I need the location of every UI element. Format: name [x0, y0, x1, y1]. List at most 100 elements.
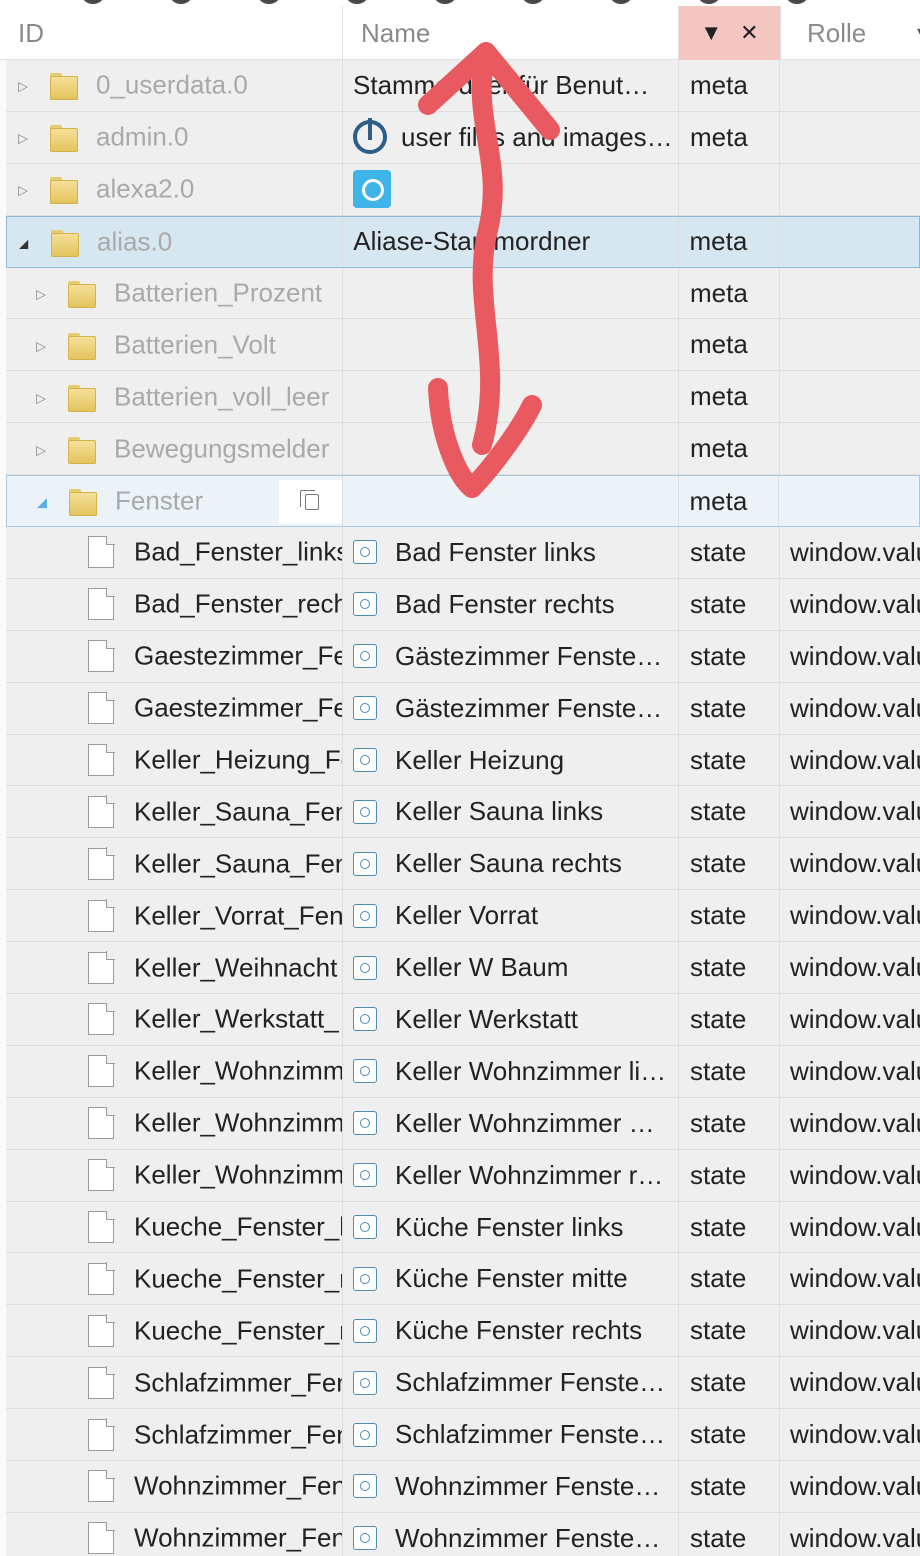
file-icon	[88, 639, 115, 673]
tree-folder-row[interactable]: ▷ Batterien_voll_leer meta	[6, 371, 920, 424]
id-cell: Gaestezimmer_Fenster	[6, 682, 343, 734]
object-id-label: Bewegungsmelder	[114, 433, 330, 464]
name-cell	[343, 371, 679, 423]
column-header-name[interactable]: Name	[343, 6, 679, 60]
role-cell: window.value	[790, 744, 920, 775]
tree-state-row[interactable]: Bad_Fenster_rechts Bad Fenster rechts stat…	[6, 578, 920, 631]
object-id-label: Keller_Heizung_Fenster	[134, 744, 342, 775]
role-cell: window.value	[790, 952, 920, 983]
tree-folder-row[interactable]: ▷ Batterien_Prozent meta	[6, 267, 920, 320]
name-cell: Keller Heizung	[343, 734, 679, 786]
tree-state-row[interactable]: Keller_Sauna_Fenster Keller Sauna links st…	[6, 786, 920, 839]
state-icon	[353, 1007, 377, 1032]
tree-folder-row[interactable]: ◢ alias.0 Aliase-Stammordner meta	[6, 215, 920, 268]
folder-icon	[68, 330, 96, 360]
tree-state-row[interactable]: Kueche_Fenster_l Küche Fenster links state…	[6, 1201, 920, 1254]
tree-state-row[interactable]: Keller_Weihnacht Keller W Baum state window…	[6, 942, 920, 995]
object-id-label: Keller_Wohnzimmer	[134, 1107, 343, 1138]
copy-id-button[interactable]	[279, 480, 343, 525]
object-id-label: Kueche_Fenster_r	[134, 1315, 343, 1346]
name-cell	[343, 423, 679, 475]
type-cell: meta	[679, 476, 780, 527]
type-cell: state	[679, 942, 780, 994]
tree-state-row[interactable]: Schlafzimmer_Fenster Schlafzimmer Fenste……	[6, 1409, 920, 1462]
tree-folder-row[interactable]: ▷ Bewegungsmelder meta	[6, 423, 920, 476]
tree-folder-row[interactable]: ◢ Fenster meta	[6, 475, 920, 528]
expand-arrow-icon[interactable]: ▷	[18, 183, 28, 199]
id-cell: Bad_Fenster_links	[6, 527, 343, 578]
object-id-label: Keller_Vorrat_Fenster	[134, 900, 343, 931]
object-id-label: Wohnzimmer_Fenster	[134, 1470, 342, 1501]
tree-folder-row[interactable]: ▷ admin.0 user files and images… meta	[6, 111, 920, 164]
expand-arrow-icon[interactable]: ▷	[36, 287, 46, 303]
type-cell: state	[679, 1512, 780, 1556]
tree-state-row[interactable]: Wohnzimmer_Fenster Wohnzimmer Fenste… stat…	[6, 1512, 920, 1556]
file-icon	[88, 847, 115, 880]
role-cell: window.value	[790, 1107, 920, 1138]
tree-state-row[interactable]: Keller_Wohnzimmer Keller Wohnzimmer … stat…	[6, 1097, 920, 1150]
tree-state-row[interactable]: Keller_Sauna_Fenster Keller Sauna rechts s…	[6, 838, 920, 891]
object-name-label: Aliase-Stammordner	[353, 226, 591, 257]
tree-state-row[interactable]: Gaestezimmer_Fenster Gästezimmer Fenste… s…	[6, 630, 920, 683]
expand-arrow-icon[interactable]: ▷	[18, 79, 28, 95]
name-cell: Küche Fenster rechts	[343, 1305, 679, 1357]
file-icon	[88, 587, 115, 621]
expand-arrow-icon[interactable]: ▷	[36, 390, 46, 406]
object-id-label: Keller_Wohnzimmer	[134, 1159, 343, 1190]
type-cell: state	[679, 994, 780, 1045]
tree-folder-row[interactable]: ▷ Batterien_Volt meta	[6, 319, 920, 372]
tree-state-row[interactable]: Keller_Wohnzimmer Keller Wohnzimmer li… st…	[6, 1045, 920, 1098]
column-header-type-filter[interactable]: ▼ ✕	[679, 6, 781, 60]
file-icon	[88, 1054, 115, 1088]
object-name-label: Gästezimmer Fenste…	[395, 692, 663, 723]
column-header-role[interactable]: Rolle ▾	[781, 6, 920, 60]
tree-state-row[interactable]: Kueche_Fenster_r Küche Fenster rechts stat…	[6, 1305, 920, 1358]
type-cell: state	[679, 1305, 780, 1357]
tree-state-row[interactable]: Kueche_Fenster_m Küche Fenster mitte state…	[6, 1253, 920, 1306]
object-name-label: Keller Wohnzimmer …	[395, 1107, 655, 1138]
id-cell: Keller_Weihnacht	[6, 942, 343, 994]
tree-state-row[interactable]: Gaestezimmer_Fenster Gästezimmer Fenste… s…	[6, 682, 920, 735]
role-cell	[780, 371, 920, 422]
object-id-label: Schlafzimmer_Fenster	[134, 1419, 342, 1450]
state-icon	[353, 799, 377, 824]
expand-arrow-icon[interactable]: ▷	[36, 338, 46, 354]
file-icon	[88, 1469, 115, 1503]
collapse-arrow-icon[interactable]: ◢	[19, 236, 28, 250]
tree-state-row[interactable]: Keller_Wohnzimmer Keller Wohnzimmer r… sta…	[6, 1149, 920, 1202]
state-icon	[353, 1111, 377, 1136]
folder-icon	[68, 434, 96, 464]
copy-icon	[299, 490, 319, 511]
id-cell: Gaestezimmer_Fenster	[6, 630, 343, 682]
type-cell: state	[679, 630, 780, 682]
name-cell: Keller Sauna rechts	[343, 838, 679, 890]
tree-state-row[interactable]: Keller_Werkstatt_ Keller Werkstatt state wi…	[6, 994, 920, 1046]
name-cell: Keller Werkstatt	[343, 994, 679, 1045]
tree-state-row[interactable]: Keller_Vorrat_Fenster Keller Vorrat statew…	[6, 890, 920, 943]
file-icon	[88, 1521, 115, 1555]
tree-folder-row[interactable]: ▷ alexa2.0	[6, 163, 920, 216]
id-cell: ◢ Fenster	[7, 476, 344, 527]
tree-state-row[interactable]: Wohnzimmer_Fenster Wohnzimmer Fenste… stat…	[6, 1461, 920, 1513]
file-icon	[88, 1106, 115, 1140]
state-icon	[353, 644, 377, 669]
object-id-label: 0_userdata.0	[96, 69, 248, 100]
tree-state-row[interactable]: Schlafzimmer_Fenster Schlafzimmer Fenste……	[6, 1357, 920, 1410]
expand-arrow-icon[interactable]: ▷	[18, 131, 28, 147]
clear-filter-icon[interactable]: ✕	[740, 20, 758, 46]
tree-folder-row[interactable]: ▷ 0_userdata.0 Stammordner für Benut… meta	[6, 60, 920, 112]
tree-state-row[interactable]: Bad_Fenster_links Bad Fenster links state w…	[6, 527, 920, 579]
file-icon	[88, 1158, 115, 1192]
file-icon	[88, 1002, 115, 1036]
tree-state-row[interactable]: Keller_Heizung_Fenster Keller Heizung stat…	[6, 734, 920, 787]
state-icon	[353, 1370, 377, 1395]
id-cell: Schlafzimmer_Fenster	[6, 1357, 343, 1409]
file-icon	[88, 1366, 115, 1399]
state-icon	[353, 696, 377, 721]
name-cell: Wohnzimmer Fenste…	[343, 1512, 679, 1556]
state-icon	[353, 1215, 377, 1240]
column-header-id[interactable]: ID	[0, 6, 343, 60]
sort-down-icon[interactable]: ▼	[700, 20, 722, 46]
expand-arrow-icon[interactable]: ▷	[36, 442, 46, 458]
collapse-arrow-icon[interactable]: ◢	[37, 495, 47, 511]
